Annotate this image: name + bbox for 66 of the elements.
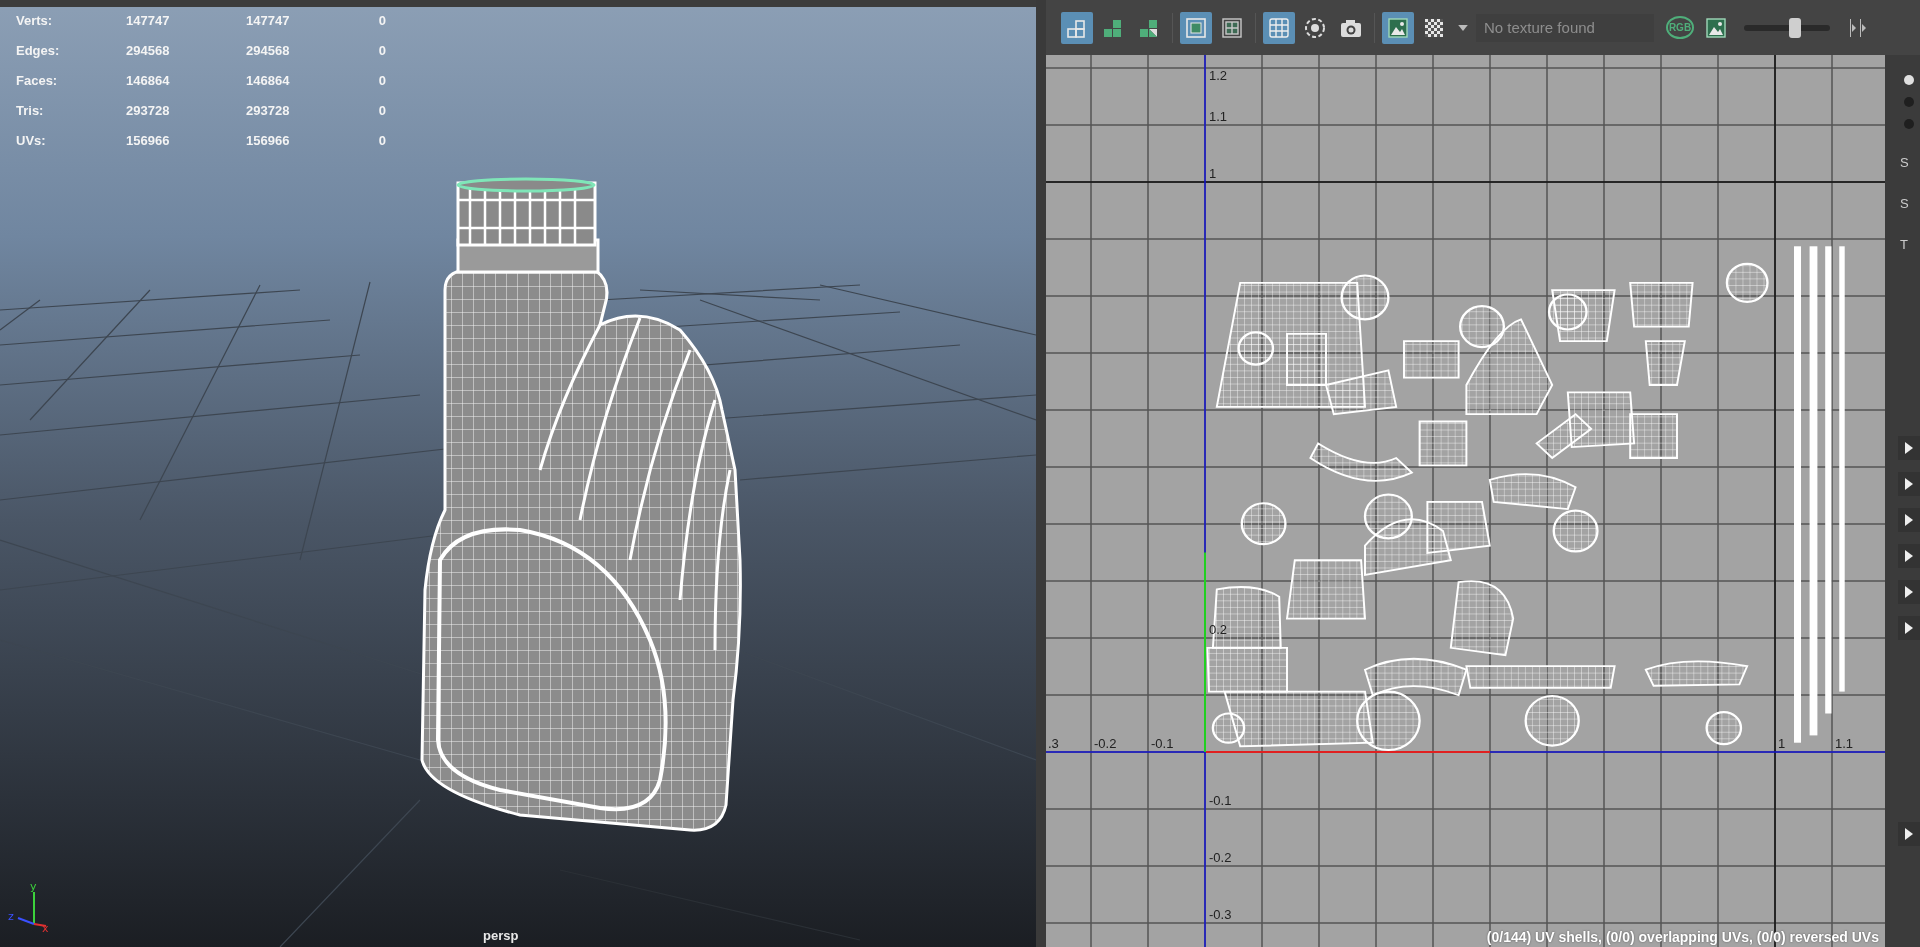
grid-icon xyxy=(1267,15,1291,40)
stat-value: 294568 xyxy=(126,42,171,60)
stat-label: Tris: xyxy=(16,102,45,120)
frame-icon xyxy=(1184,15,1208,40)
dashed-circle-icon xyxy=(1303,15,1327,40)
side-label: T xyxy=(1900,237,1909,252)
stat-value: 294568 xyxy=(245,42,291,60)
axis-tick-label: -0.3 xyxy=(1209,907,1232,922)
axis-tick-label: 1 xyxy=(1209,166,1217,181)
axis-tick-label: .3 xyxy=(1048,736,1059,751)
axis-tick-label: 1.1 xyxy=(1835,736,1854,751)
radio-button[interactable] xyxy=(1904,97,1914,107)
camera-label: persp xyxy=(483,928,519,943)
side-label: S xyxy=(1900,155,1910,170)
stat-value: 146864 xyxy=(245,72,291,90)
play-triangle-icon xyxy=(1904,549,1914,563)
stat-value: 0 xyxy=(377,42,386,60)
exposure-slider[interactable] xyxy=(1744,17,1830,38)
stat-value: 156966 xyxy=(245,132,291,150)
axis-tick-label: -0.2 xyxy=(1094,736,1117,751)
stat-value: 147747 xyxy=(126,12,171,30)
expand-button[interactable] xyxy=(1898,508,1920,532)
stat-value: 146864 xyxy=(126,72,171,90)
toolbar-button[interactable] xyxy=(1382,11,1414,44)
radio-button[interactable] xyxy=(1904,75,1914,85)
texture-dropdown[interactable]: No texture found xyxy=(1476,13,1654,42)
stat-value: 0 xyxy=(377,102,386,120)
stat-value: 0 xyxy=(377,72,386,90)
stat-value: 0 xyxy=(377,132,386,150)
image-icon xyxy=(1704,15,1728,40)
play-triangle-icon xyxy=(1904,621,1914,635)
toolbar-button[interactable] xyxy=(1263,11,1295,44)
toolbar-button[interactable] xyxy=(1180,11,1212,44)
play-triangle-icon xyxy=(1904,441,1914,455)
expand-button[interactable] xyxy=(1898,616,1920,640)
axis-tick-label: -0.2 xyxy=(1209,850,1232,865)
image-icon xyxy=(1386,15,1410,40)
stat-value: 293728 xyxy=(245,102,291,120)
axis-tick-label: 1.1 xyxy=(1209,109,1228,124)
stat-label: Verts: xyxy=(16,12,54,30)
slider-thumb[interactable] xyxy=(1788,17,1801,38)
stat-value: 293728 xyxy=(126,102,171,120)
stat-label: Faces: xyxy=(16,72,59,90)
caret-icon xyxy=(1458,24,1468,31)
axis-tick-label: 1 xyxy=(1778,736,1786,751)
play-triangle-icon xyxy=(1904,513,1914,527)
axis-tick-label: -0.1 xyxy=(1209,793,1232,808)
axis-tick-label: 1.2 xyxy=(1209,68,1228,83)
radio-button[interactable] xyxy=(1904,119,1914,129)
toolbar-button[interactable] xyxy=(1061,11,1093,44)
stat-value: 156966 xyxy=(126,132,171,150)
stat-value: 0 xyxy=(377,12,386,30)
expand-button[interactable] xyxy=(1898,436,1920,460)
expand-button[interactable] xyxy=(1898,580,1920,604)
stat-label: UVs: xyxy=(16,132,47,150)
play-triangle-icon xyxy=(1904,585,1914,599)
play-triangle-icon xyxy=(1904,477,1914,491)
side-label: S xyxy=(1900,196,1910,211)
axis-tick-label: -0.1 xyxy=(1151,736,1174,751)
expand-button[interactable] xyxy=(1898,544,1920,568)
play-triangle-icon xyxy=(1904,827,1914,841)
stat-label: Edges: xyxy=(16,42,61,60)
expand-button[interactable] xyxy=(1898,822,1920,846)
stat-value: 147747 xyxy=(245,12,291,30)
grid-frame-icon xyxy=(1220,15,1244,40)
expand-button[interactable] xyxy=(1898,472,1920,496)
